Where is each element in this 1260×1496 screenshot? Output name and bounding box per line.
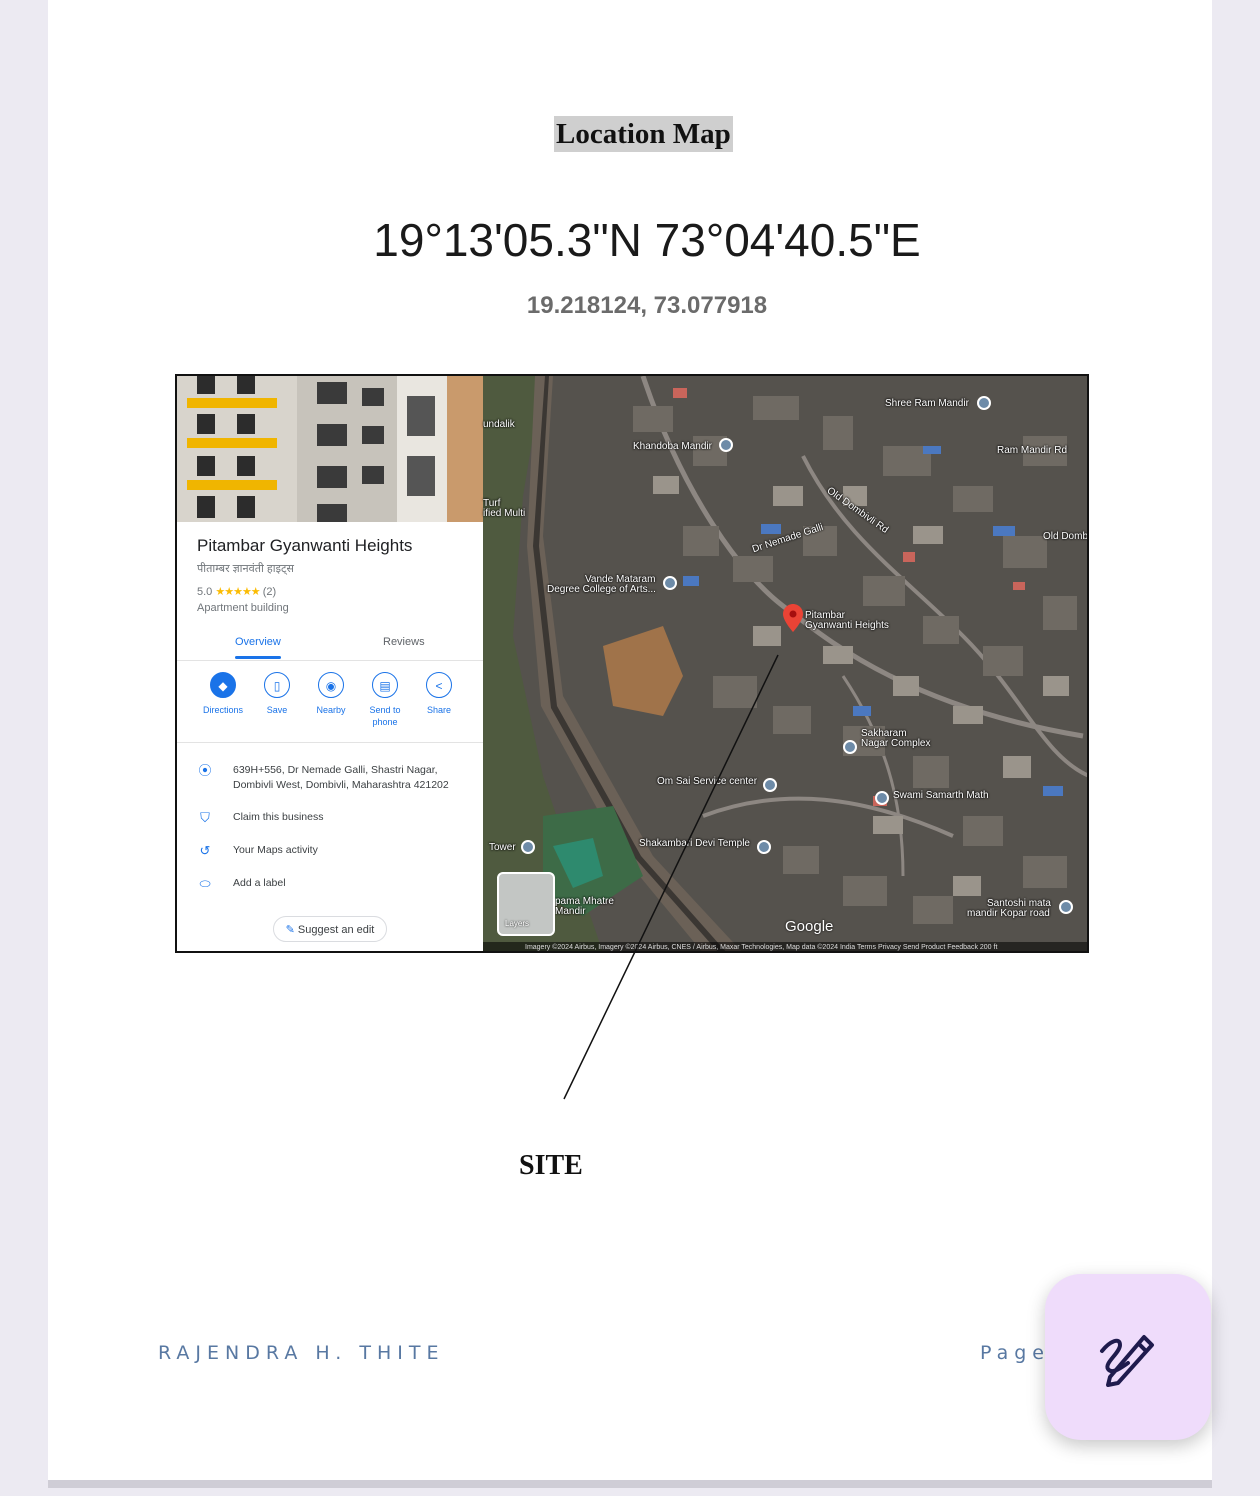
send-to-phone-label: Send to phone	[369, 705, 401, 727]
bookmark-icon: ▯	[264, 672, 290, 698]
map-label-kopar-road[interactable]: mandir Kopar road	[967, 909, 1050, 919]
satellite-map[interactable]: Shree Ram Mandir Khandoba Mandir Ram Man…	[483, 376, 1089, 951]
add-label-text: Add a label	[233, 877, 286, 889]
footer-page-label: Page	[980, 1342, 1050, 1364]
edit-pen-icon	[1100, 1335, 1154, 1387]
map-label-gyanwanti-heights[interactable]: Gyanwanti Heights	[805, 621, 889, 631]
selected-location-pin-icon[interactable]	[783, 604, 803, 632]
place-type: Apartment building	[197, 602, 289, 614]
map-label-old-domb: Old Domb	[1043, 531, 1089, 542]
satellite-imagery	[483, 376, 1087, 951]
poi-pin-icon[interactable]	[521, 840, 535, 854]
share-button[interactable]: < Share	[412, 672, 466, 716]
map-attribution: Imagery ©2024 Airbus, Imagery ©2024 Airb…	[483, 942, 1087, 951]
coordinates-dms: 19°13'05.3"N 73°04'40.5"E	[373, 214, 921, 266]
map-label-ram-mandir-rd: Ram Mandir Rd	[997, 445, 1068, 456]
tab-reviews[interactable]: Reviews	[383, 636, 425, 648]
nearby-button[interactable]: ◉ Nearby	[304, 672, 358, 716]
action-buttons: ◆ Directions ▯ Save ◉ Nearby ▤ Send to p…	[177, 670, 483, 743]
rating-stars: ★★★★★	[215, 586, 260, 598]
page-edge	[48, 1480, 1212, 1488]
place-name: Pitambar Gyanwanti Heights	[197, 536, 413, 555]
building-photo	[177, 376, 483, 522]
map-label-multi: ified Multi	[483, 508, 526, 519]
map-label-om-sai[interactable]: Om Sai Service center	[657, 777, 757, 787]
coordinates-decimal: 19.218124, 73.077918	[526, 292, 768, 319]
share-icon: <	[426, 672, 452, 698]
share-label: Share	[426, 705, 452, 715]
send-to-phone-button[interactable]: ▤ Send to phone	[358, 672, 412, 728]
place-name-local: पीताम्बर ज्ञानवंती हाइट्स	[197, 563, 294, 575]
layers-button[interactable]: Layers	[497, 872, 555, 936]
directions-button[interactable]: ◆ Directions	[196, 672, 250, 716]
save-label: Save	[266, 705, 288, 715]
label-icon: ⬭	[199, 876, 211, 891]
phone-icon: ▤	[372, 672, 398, 698]
temple-pin-icon[interactable]	[719, 438, 733, 452]
shield-icon: ⛉	[200, 810, 210, 825]
temple-pin-icon[interactable]	[1059, 900, 1073, 914]
poi-pin-icon[interactable]	[843, 740, 857, 754]
map-label-khandoba-mandir[interactable]: Khandoba Mandir	[633, 442, 712, 452]
map-label-tower[interactable]: Tower	[489, 843, 516, 853]
map-label-mandir[interactable]: Mandir	[555, 907, 586, 917]
review-count[interactable]: (2)	[263, 586, 276, 598]
google-logo: Google	[785, 918, 834, 935]
rating-value: 5.0	[197, 586, 213, 598]
save-button[interactable]: ▯ Save	[250, 672, 304, 716]
active-tab-indicator	[235, 656, 281, 659]
map-label-degree-college[interactable]: Degree College of Arts...	[547, 585, 656, 595]
claim-business-text: Claim this business	[233, 811, 324, 823]
layers-label: Layers	[505, 919, 530, 928]
map-label-undalik: undalik	[483, 419, 515, 430]
temple-pin-icon[interactable]	[875, 791, 889, 805]
directions-label: Directions	[202, 705, 243, 715]
directions-icon: ◆	[210, 672, 236, 698]
map-label-swami-samarth[interactable]: Swami Samarth Math	[893, 791, 989, 801]
map-label-nagar-complex[interactable]: Nagar Complex	[861, 739, 930, 749]
edit-fab-button[interactable]	[1045, 1274, 1211, 1440]
temple-pin-icon[interactable]	[757, 840, 771, 854]
address-row[interactable]: ⦿ 639H+556, Dr Nemade Galli, Shastri Nag…	[197, 763, 477, 795]
address-text: 639H+556, Dr Nemade Galli, Shastri Nagar…	[233, 764, 449, 791]
service-pin-icon[interactable]	[763, 778, 777, 792]
school-pin-icon[interactable]	[663, 576, 677, 590]
map-label-shakambari[interactable]: Shakambari Devi Temple	[639, 839, 750, 849]
pencil-icon: ✎	[285, 924, 295, 936]
suggest-edit-button[interactable]: ✎ Suggest an edit	[273, 916, 387, 942]
add-label-row[interactable]: ⬭ Add a label	[197, 876, 477, 892]
suggest-edit-label: Suggest an edit	[297, 924, 375, 936]
claim-business-row[interactable]: ⛉ Claim this business	[197, 810, 477, 826]
panel-tabs: Overview Reviews	[177, 628, 483, 661]
map-label-shree-ram-mandir[interactable]: Shree Ram Mandir	[885, 399, 969, 409]
nearby-label: Nearby	[316, 705, 346, 715]
nearby-icon: ◉	[318, 672, 344, 698]
page-title: Location Map	[554, 116, 733, 152]
history-icon: ↺	[199, 843, 211, 858]
location-pin-icon: ⦿	[198, 763, 212, 778]
site-label: SITE	[519, 1150, 583, 1181]
maps-activity-row[interactable]: ↺ Your Maps activity	[197, 843, 477, 859]
rating[interactable]: 5.0 ★★★★★ (2)	[197, 585, 276, 598]
place-panel: Pitambar Gyanwanti Heights पीताम्बर ज्ञा…	[177, 376, 484, 951]
tab-overview[interactable]: Overview	[235, 636, 281, 648]
temple-pin-icon[interactable]	[977, 396, 991, 410]
footer-author: RAJENDRA H. THITE	[158, 1342, 445, 1364]
maps-activity-text: Your Maps activity	[233, 844, 318, 856]
map-screenshot: Pitambar Gyanwanti Heights पीताम्बर ज्ञा…	[175, 374, 1089, 953]
